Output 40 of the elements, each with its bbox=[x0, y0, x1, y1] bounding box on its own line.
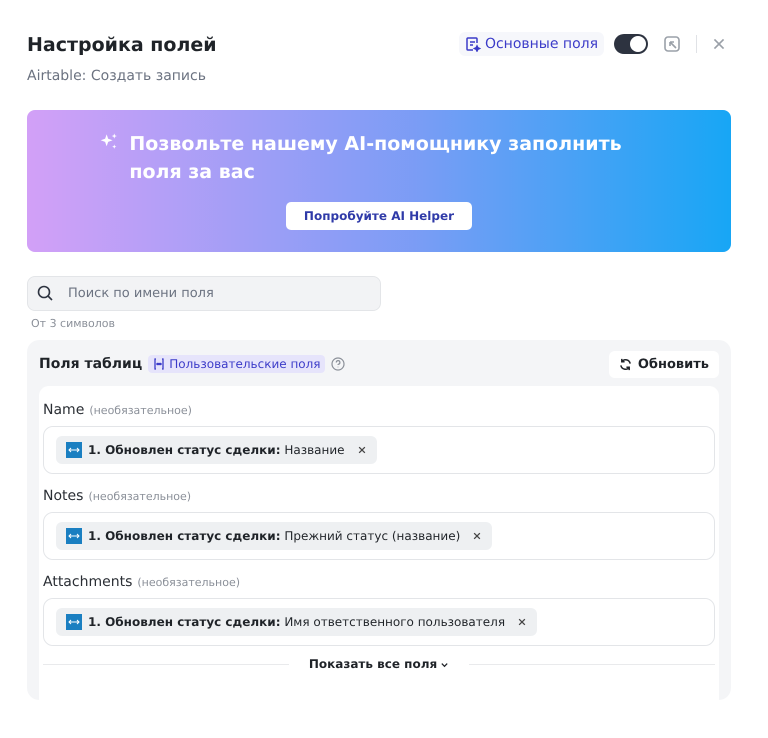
field-label: Name bbox=[43, 402, 84, 418]
variable-chip[interactable]: 1. Обновлен статус сделки: Имя ответственного пользователя bbox=[56, 608, 538, 636]
optional-note: (необязательное) bbox=[88, 490, 192, 503]
custom-fields-tag[interactable]: Пользовательские поля bbox=[148, 355, 325, 373]
list-sparkle-icon bbox=[464, 36, 481, 52]
app-logo-icon bbox=[66, 614, 82, 630]
field-input[interactable]: 1. Обновлен статус сделки: Название bbox=[43, 426, 715, 474]
chip-text: 1. Обновлен статус сделки: Название bbox=[88, 443, 345, 457]
close-icon bbox=[356, 445, 367, 455]
panel-title: Поля таблиц bbox=[39, 356, 142, 372]
banner-text: Позвольте нашему AI-помощнику заполнить поля за вас bbox=[129, 132, 623, 185]
search-field[interactable]: Поиск по имени поля bbox=[27, 276, 381, 311]
app-logo-icon bbox=[66, 528, 82, 544]
refresh-icon bbox=[618, 358, 632, 370]
field-input[interactable]: 1. Обновлен статус сделки: Имя ответственного пользователя bbox=[43, 598, 715, 646]
arrow-in-square-icon bbox=[662, 34, 682, 54]
help-icon[interactable] bbox=[330, 357, 345, 371]
chip-text: 1. Обновлен статус сделки: Прежний статус (название) bbox=[88, 529, 460, 543]
braces-icon bbox=[152, 357, 166, 371]
search-icon bbox=[36, 284, 54, 302]
show-all-fields-button[interactable]: Показать все поля bbox=[302, 656, 456, 672]
chip-text: 1. Обновлен статус сделки: Имя ответственного пользователя bbox=[88, 615, 506, 629]
mode-toggle[interactable] bbox=[614, 34, 648, 54]
app-logo-icon bbox=[66, 442, 82, 458]
close-icon bbox=[711, 36, 727, 52]
field-label: Attachments bbox=[43, 574, 132, 590]
variable-chip[interactable]: 1. Обновлен статус сделки: Прежний статус (название) bbox=[56, 522, 492, 550]
mode-label: Основные поля bbox=[458, 32, 604, 56]
field-label: Notes bbox=[43, 488, 84, 504]
close-icon bbox=[472, 531, 482, 541]
search-hint: От 3 символов bbox=[31, 317, 116, 330]
ai-helper-button[interactable]: Попробуйте AI Helper bbox=[286, 202, 472, 230]
field-input[interactable]: 1. Обновлен статус сделки: Прежний статус (название) bbox=[43, 512, 715, 560]
close-icon bbox=[517, 617, 528, 627]
dialog-subtitle: Airtable: Создать запись bbox=[27, 68, 207, 84]
dialog-title: Настройка полей bbox=[27, 34, 217, 56]
optional-note: (необязательное) bbox=[89, 404, 192, 417]
variable-chip[interactable]: 1. Обновлен статус сделки: Название bbox=[56, 436, 377, 464]
refresh-button[interactable]: Обновить bbox=[608, 350, 719, 378]
optional-note: (необязательное) bbox=[137, 576, 240, 589]
